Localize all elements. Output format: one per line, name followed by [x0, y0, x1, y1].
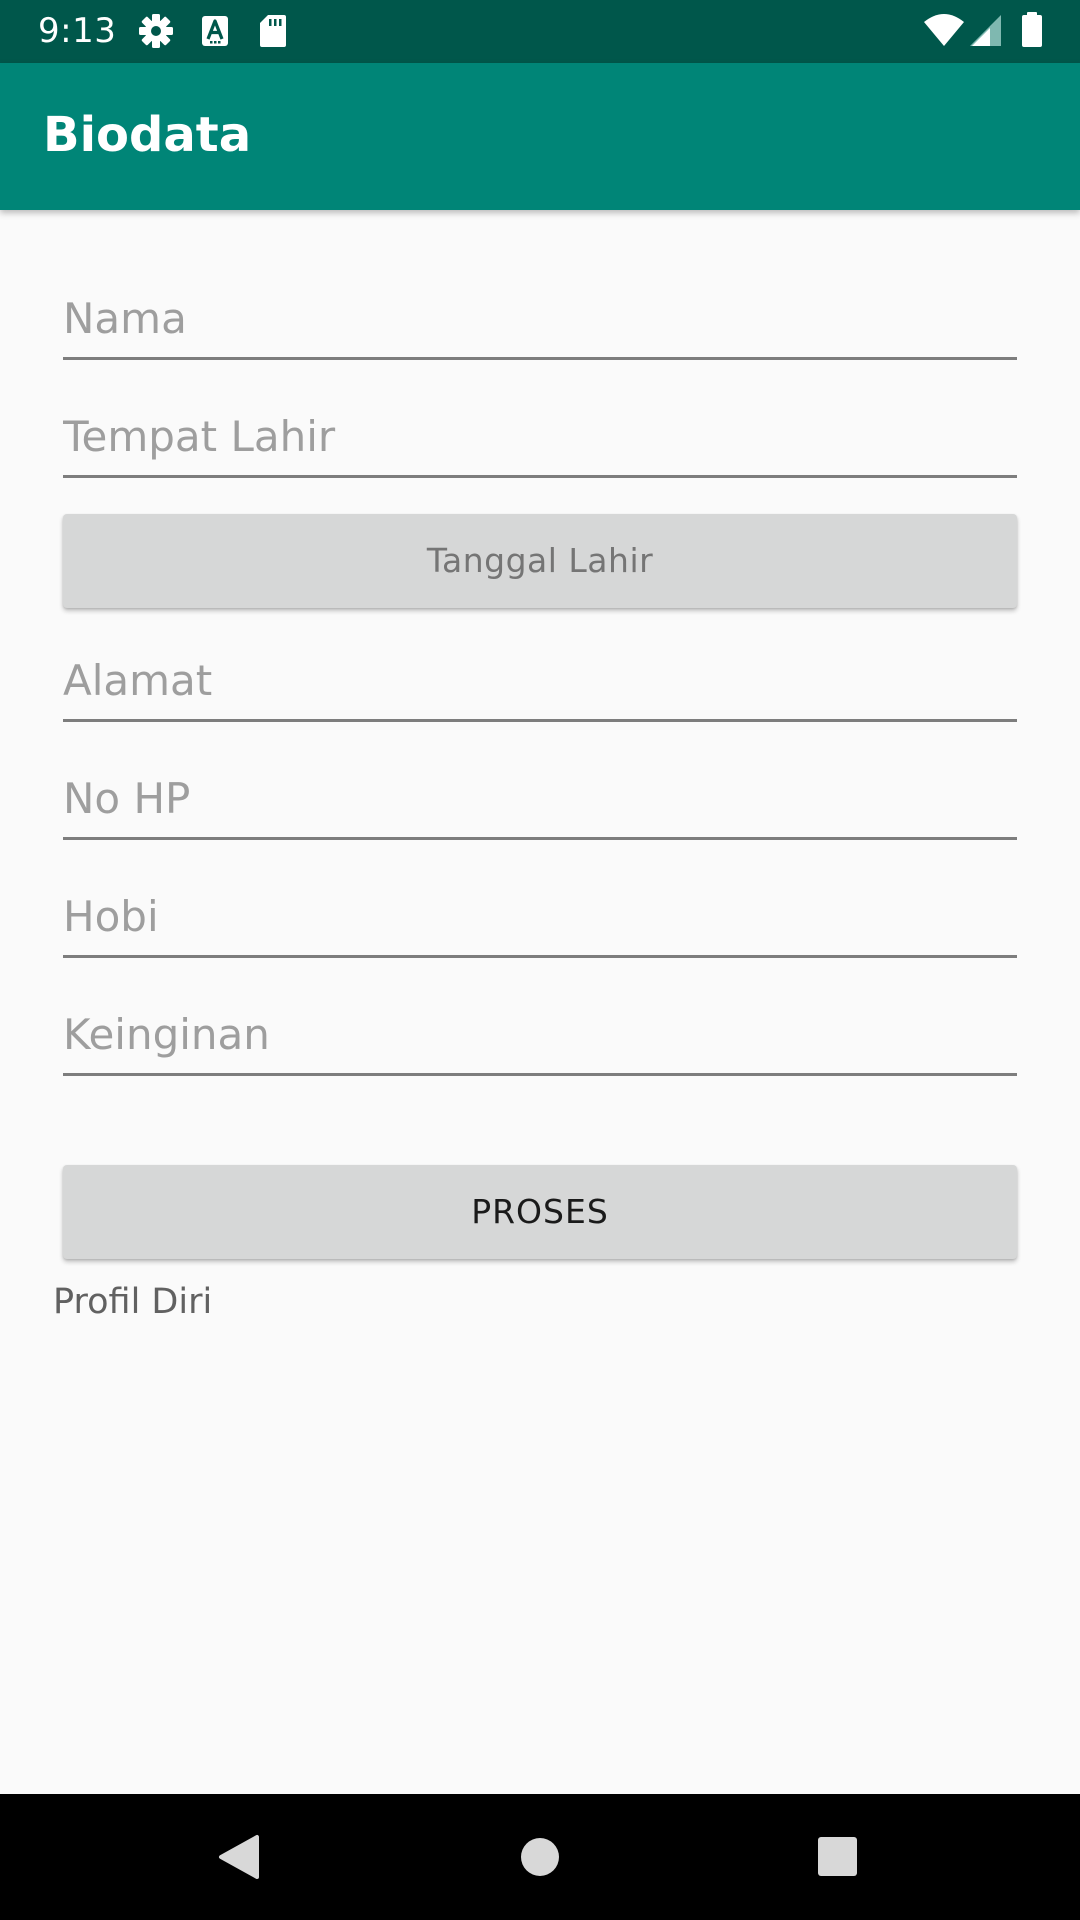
- app-title: Biodata: [43, 107, 252, 163]
- tempat-lahir-field: [63, 398, 1017, 478]
- home-icon[interactable]: [480, 1794, 600, 1920]
- gear-icon: [139, 14, 173, 48]
- app-bar: Biodata: [0, 63, 1080, 210]
- proses-button[interactable]: PROSES: [63, 1165, 1017, 1259]
- status-time: 9:13: [38, 11, 117, 51]
- signal-icon: [970, 15, 1001, 46]
- nama-input[interactable]: [63, 280, 1017, 357]
- sd-card-icon: [260, 15, 286, 47]
- hobi-field: [63, 878, 1017, 958]
- no-hp-input[interactable]: [63, 760, 1017, 837]
- keinginan-input[interactable]: [63, 996, 1017, 1073]
- hobi-input[interactable]: [63, 878, 1017, 955]
- status-bar: 9:13: [0, 0, 1080, 63]
- recents-icon[interactable]: [778, 1794, 898, 1920]
- nama-field: [63, 280, 1017, 360]
- alamat-input[interactable]: [63, 642, 1017, 719]
- tempat-lahir-input[interactable]: [63, 398, 1017, 475]
- no-hp-field: [63, 760, 1017, 840]
- battery-icon: [1022, 12, 1042, 47]
- back-icon[interactable]: [179, 1794, 299, 1920]
- keinginan-field: [63, 996, 1017, 1076]
- tanggal-lahir-button[interactable]: Tanggal Lahir: [63, 514, 1017, 608]
- alamat-field: [63, 642, 1017, 722]
- text-a-icon: [202, 16, 228, 46]
- profile-text: Profil Diri: [53, 1282, 213, 1322]
- navigation-bar: [0, 1794, 1080, 1920]
- wifi-icon: [924, 14, 964, 46]
